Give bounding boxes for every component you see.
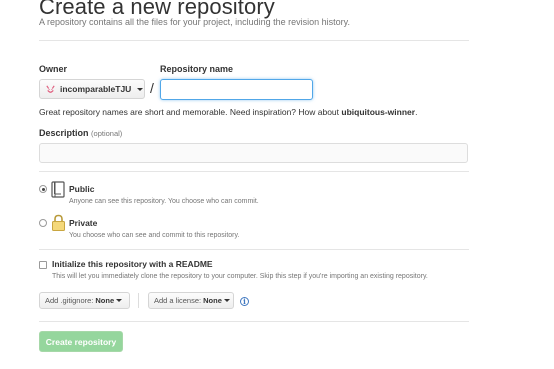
private-note: You choose who can see and commit to thi… [69,232,240,239]
divider [39,321,469,322]
private-radio[interactable] [39,219,47,227]
owner-select[interactable]: incomparableTJU [39,79,145,99]
hint-end: . [415,107,418,117]
divider [39,249,469,250]
hint-text: Great repository names are short and mem… [39,107,342,117]
license-prefix: Add a license: [154,296,202,305]
repository-name-input[interactable] [160,79,313,100]
page-subtitle: A repository contains all the files for … [39,17,350,27]
readme-note: This will let you immediately clone the … [52,273,428,280]
hint-suggestion: ubiquitous-winner [341,107,416,117]
chevron-down-icon [137,87,144,91]
license-select[interactable]: Add a license: None [148,292,234,309]
chevron-down-icon [223,299,230,302]
gitignore-prefix: Add .gitignore: [45,296,94,305]
public-note: Anyone can see this repository. You choo… [69,198,259,205]
readme-checkbox[interactable] [39,261,47,269]
repo-book-icon [51,181,65,198]
public-radio[interactable] [39,185,47,193]
repository-name-hint: Great repository names are short and mem… [39,107,417,117]
description-input[interactable] [39,143,468,163]
repository-name-label: Repository name [160,64,234,74]
description-label: Description (optional) [39,128,122,138]
gitignore-select[interactable]: Add .gitignore: None [39,292,130,309]
description-optional: (optional) [91,129,123,138]
owner-value: incomparableTJU [60,84,132,94]
chevron-down-icon [116,299,123,302]
gitignore-value: None [95,296,115,305]
description-label-text: Description [39,128,89,138]
owner-repo-separator: / [150,80,154,96]
license-value: None [203,296,222,305]
info-icon[interactable]: i [240,297,249,306]
readme-title: Initialize this repository with a README [52,259,213,269]
public-title: Public [69,184,95,194]
octocat-avatar-icon [46,85,55,93]
create-repository-button[interactable]: Create repository [39,331,123,352]
private-title: Private [69,218,98,228]
owner-label: Owner [39,64,68,74]
lock-icon [52,214,65,231]
divider [138,293,139,308]
divider [39,40,469,41]
divider [39,171,469,172]
